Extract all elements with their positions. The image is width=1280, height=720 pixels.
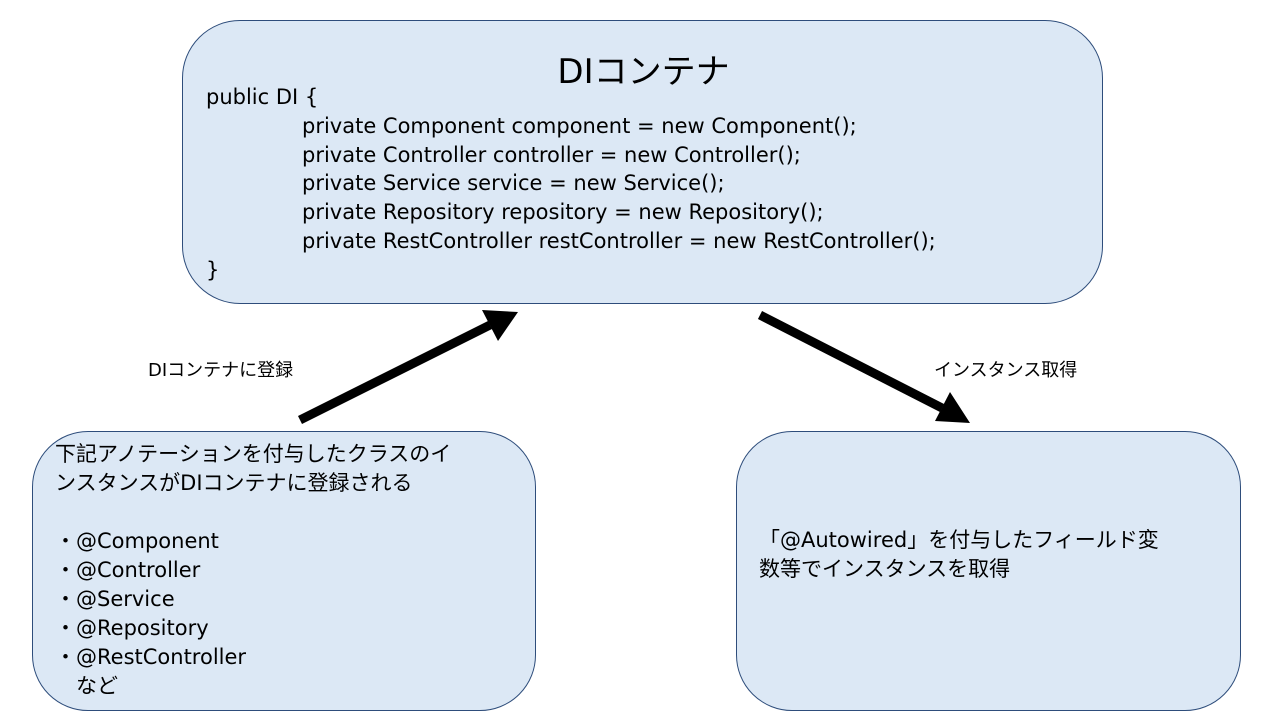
- obtain-arrow-shaft: [757, 310, 945, 413]
- register-edge-label: DIコンテナに登録: [148, 360, 294, 381]
- diagram-canvas: DIコンテナ public DI { private Component com…: [0, 0, 1280, 720]
- obtain-edge-label: インスタンス取得: [934, 360, 1078, 381]
- register-arrow-shaft: [297, 320, 493, 425]
- register-arrow: [297, 310, 518, 425]
